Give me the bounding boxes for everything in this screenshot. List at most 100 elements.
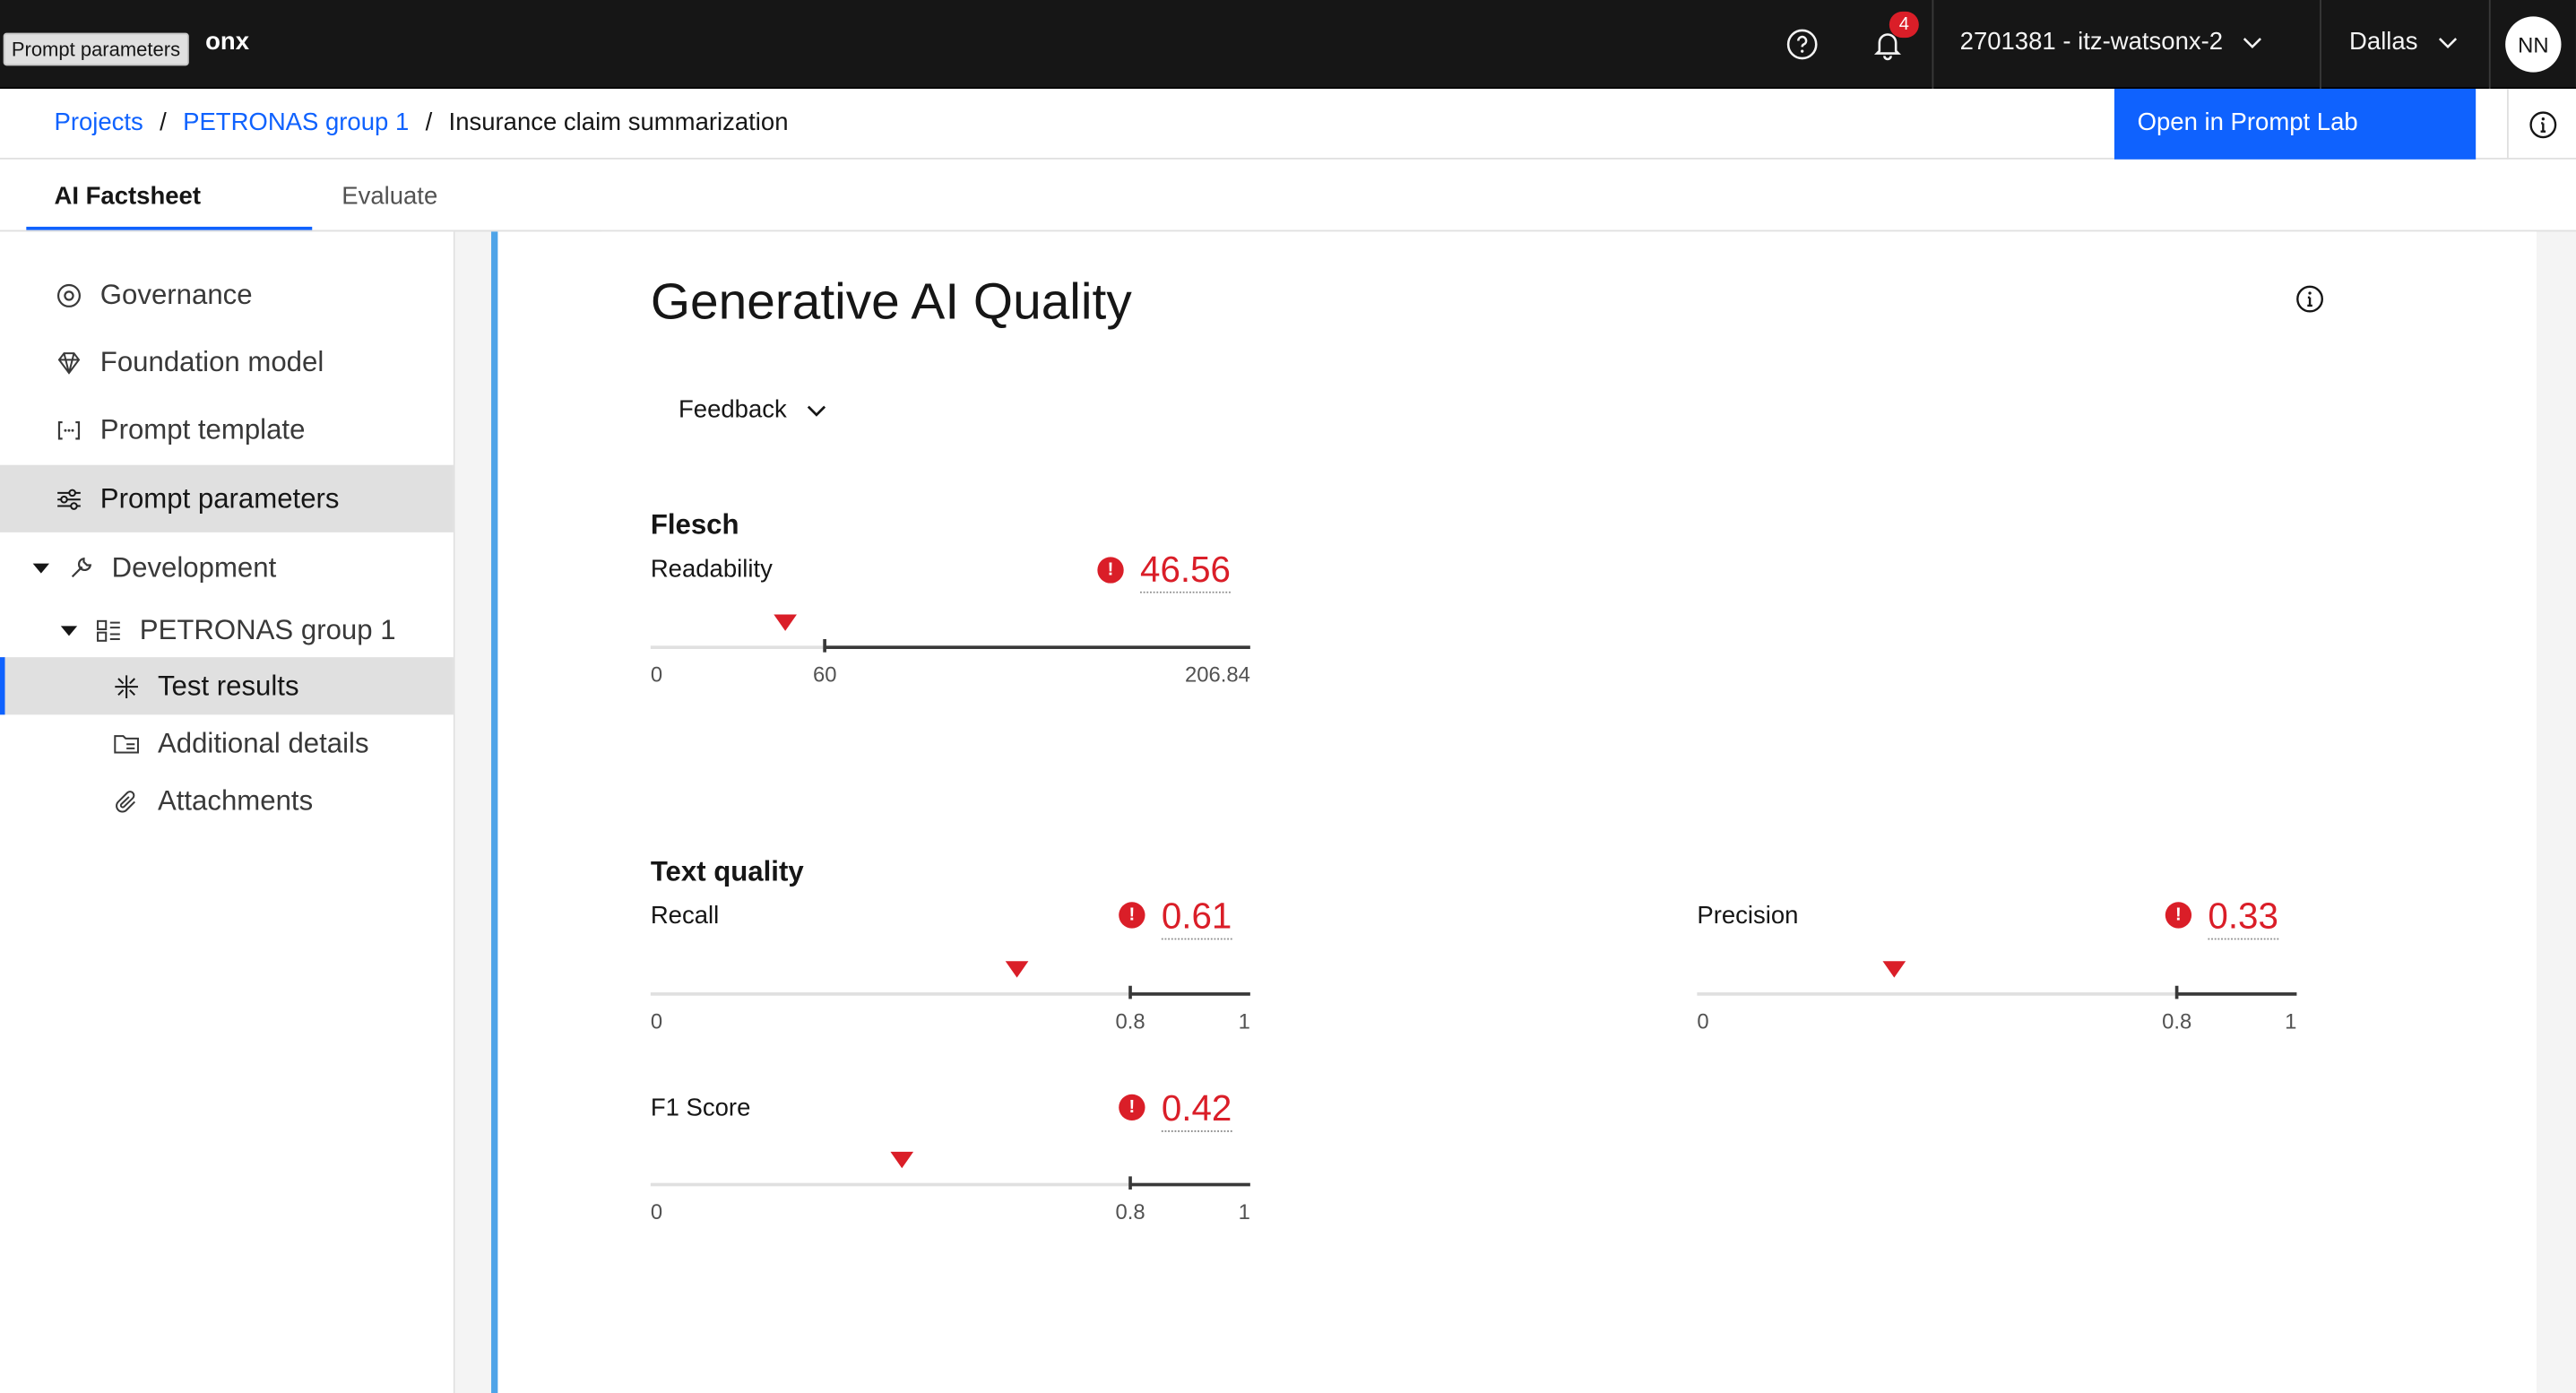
metric-value-f1-score[interactable]: 0.42 bbox=[1161, 1087, 1232, 1132]
error-icon: ! bbox=[1119, 902, 1145, 929]
score-marker bbox=[774, 614, 798, 631]
sidebar-item-petronas-group[interactable]: PETRONAS group 1 bbox=[0, 596, 454, 663]
scale-min-label: 0 bbox=[650, 1008, 663, 1034]
wrench-icon bbox=[65, 553, 95, 583]
breadcrumb-separator: / bbox=[160, 108, 167, 137]
region-switcher[interactable]: Dallas bbox=[2349, 28, 2457, 56]
help-icon[interactable] bbox=[1776, 18, 1828, 71]
sidebar-item-label: Foundation model bbox=[99, 345, 324, 377]
score-marker bbox=[1883, 961, 1906, 978]
sidebar-item-prompt-template[interactable]: Prompt template bbox=[0, 396, 454, 463]
breadcrumb-separator: / bbox=[425, 108, 433, 137]
tooltip: Prompt parameters bbox=[3, 32, 189, 66]
sidebar-item-development[interactable]: Development bbox=[0, 534, 454, 601]
scale-threshold-label: 60 bbox=[813, 662, 837, 688]
region-label: Dallas bbox=[2349, 28, 2418, 56]
tab-bar: AI Factsheet Evaluate bbox=[0, 160, 601, 232]
precision-scale: 0 0.8 1 bbox=[1697, 961, 2297, 1034]
threshold-range bbox=[1130, 992, 1250, 996]
threshold-range bbox=[2176, 992, 2297, 996]
threshold-tick bbox=[1128, 985, 1132, 999]
threshold-tick bbox=[823, 638, 826, 653]
sidebar-item-label: Prompt parameters bbox=[99, 481, 340, 514]
dropdown-label: Feedback bbox=[678, 395, 787, 424]
metric-value-recall[interactable]: 0.61 bbox=[1161, 896, 1232, 940]
recall-scale: 0 0.8 1 bbox=[650, 961, 1250, 1034]
error-icon: ! bbox=[1119, 1094, 1145, 1121]
breadcrumb-projects[interactable]: Projects bbox=[54, 108, 143, 136]
diamond-icon bbox=[54, 348, 83, 377]
metric-value-precision[interactable]: 0.33 bbox=[2208, 896, 2278, 940]
scale-min-label: 0 bbox=[650, 662, 663, 688]
chevron-down-icon bbox=[2243, 37, 2262, 48]
chevron-down-icon bbox=[2438, 37, 2457, 48]
folder-details-icon bbox=[112, 729, 142, 758]
sidebar: Governance Foundation model Prompt templ… bbox=[0, 231, 455, 1393]
breadcrumb-current: Insurance claim summarization bbox=[448, 108, 789, 137]
sidebar-item-test-results[interactable]: Test results bbox=[0, 657, 454, 715]
account-switcher[interactable]: 2701381 - itz-watsonx-2 bbox=[1960, 28, 2262, 56]
caret-down-icon[interactable] bbox=[60, 625, 78, 636]
chevron-down-icon bbox=[807, 404, 826, 416]
scale-threshold-label: 0.8 bbox=[2162, 1008, 2192, 1034]
metric-label-f1-score: F1 Score bbox=[650, 1094, 751, 1122]
tab-evaluate[interactable]: Evaluate bbox=[312, 160, 601, 232]
notification-badge: 4 bbox=[1889, 11, 1919, 39]
info-icon[interactable] bbox=[2295, 284, 2325, 322]
scale-max-label: 206.84 bbox=[1184, 662, 1250, 688]
top-nav-bar: onx 4 2701381 - itz-watsonx-2 Dallas NN bbox=[0, 0, 2576, 89]
threshold-range bbox=[1130, 1182, 1250, 1187]
readability-scale: 0 60 206.84 bbox=[650, 614, 1250, 687]
tab-ai-factsheet[interactable]: AI Factsheet bbox=[26, 160, 313, 232]
sidebar-item-additional-details[interactable]: Additional details bbox=[0, 714, 454, 772]
caret-down-icon[interactable] bbox=[32, 562, 49, 573]
breadcrumb-project[interactable]: PETRONAS group 1 bbox=[183, 108, 409, 136]
sidebar-item-prompt-parameters[interactable]: Prompt parameters bbox=[0, 464, 454, 532]
scale-max-label: 1 bbox=[1238, 1199, 1250, 1224]
score-marker bbox=[890, 1151, 914, 1169]
sidebar-item-label: Attachments bbox=[157, 784, 314, 817]
threshold-tick bbox=[2174, 985, 2179, 999]
metric-value-readability[interactable]: 46.56 bbox=[1140, 549, 1231, 593]
product-name[interactable]: onx bbox=[205, 28, 249, 56]
sidebar-item-foundation-model[interactable]: Foundation model bbox=[0, 329, 454, 396]
metric-label-readability: Readability bbox=[650, 555, 773, 584]
scale-max-label: 1 bbox=[2285, 1008, 2297, 1034]
section-heading-flesch: Flesch bbox=[650, 509, 739, 541]
prompt-template-icon bbox=[54, 415, 83, 445]
scale-threshold-label: 0.8 bbox=[1115, 1199, 1145, 1224]
threshold-tick bbox=[1128, 1176, 1132, 1190]
sidebar-item-label: PETRONAS group 1 bbox=[139, 613, 396, 645]
scale-threshold-label: 0.8 bbox=[1115, 1008, 1145, 1034]
divider bbox=[2488, 0, 2491, 89]
sidebar-item-governance[interactable]: Governance bbox=[0, 261, 454, 328]
f1-score-scale: 0 0.8 1 bbox=[650, 1151, 1250, 1224]
scale-min-label: 0 bbox=[1697, 1008, 1709, 1034]
divider bbox=[2320, 0, 2321, 89]
divider bbox=[1932, 0, 1934, 89]
sidebar-item-label: Governance bbox=[99, 278, 253, 310]
app-root: onx 4 2701381 - itz-watsonx-2 Dallas NN … bbox=[0, 0, 2576, 1393]
threshold-range bbox=[824, 645, 1250, 649]
sidebar-item-label: Development bbox=[111, 550, 277, 583]
account-label: 2701381 - itz-watsonx-2 bbox=[1959, 28, 2224, 56]
sidebar-item-label: Test results bbox=[157, 669, 299, 701]
scale-min-label: 0 bbox=[650, 1199, 663, 1224]
sliders-icon bbox=[54, 484, 83, 514]
governance-icon bbox=[54, 281, 83, 310]
metric-label-precision: Precision bbox=[1697, 902, 1799, 930]
breadcrumb: Projects / PETRONAS group 1 / Insurance … bbox=[54, 108, 788, 136]
avatar[interactable]: NN bbox=[2505, 16, 2562, 73]
group-icon bbox=[93, 615, 123, 645]
page-title: Generative AI Quality bbox=[650, 273, 1132, 331]
error-icon: ! bbox=[1097, 557, 1124, 584]
paperclip-icon bbox=[112, 786, 142, 816]
section-heading-text-quality: Text quality bbox=[650, 855, 804, 887]
sidebar-item-attachments[interactable]: Attachments bbox=[0, 772, 454, 829]
info-icon[interactable] bbox=[2507, 88, 2576, 160]
error-icon: ! bbox=[2165, 902, 2192, 929]
open-in-prompt-lab-button[interactable]: Open in Prompt Lab bbox=[2114, 88, 2477, 160]
sidebar-item-label: Additional details bbox=[157, 727, 369, 758]
scale-max-label: 1 bbox=[1238, 1008, 1250, 1034]
feedback-dropdown[interactable]: Feedback bbox=[679, 396, 826, 424]
